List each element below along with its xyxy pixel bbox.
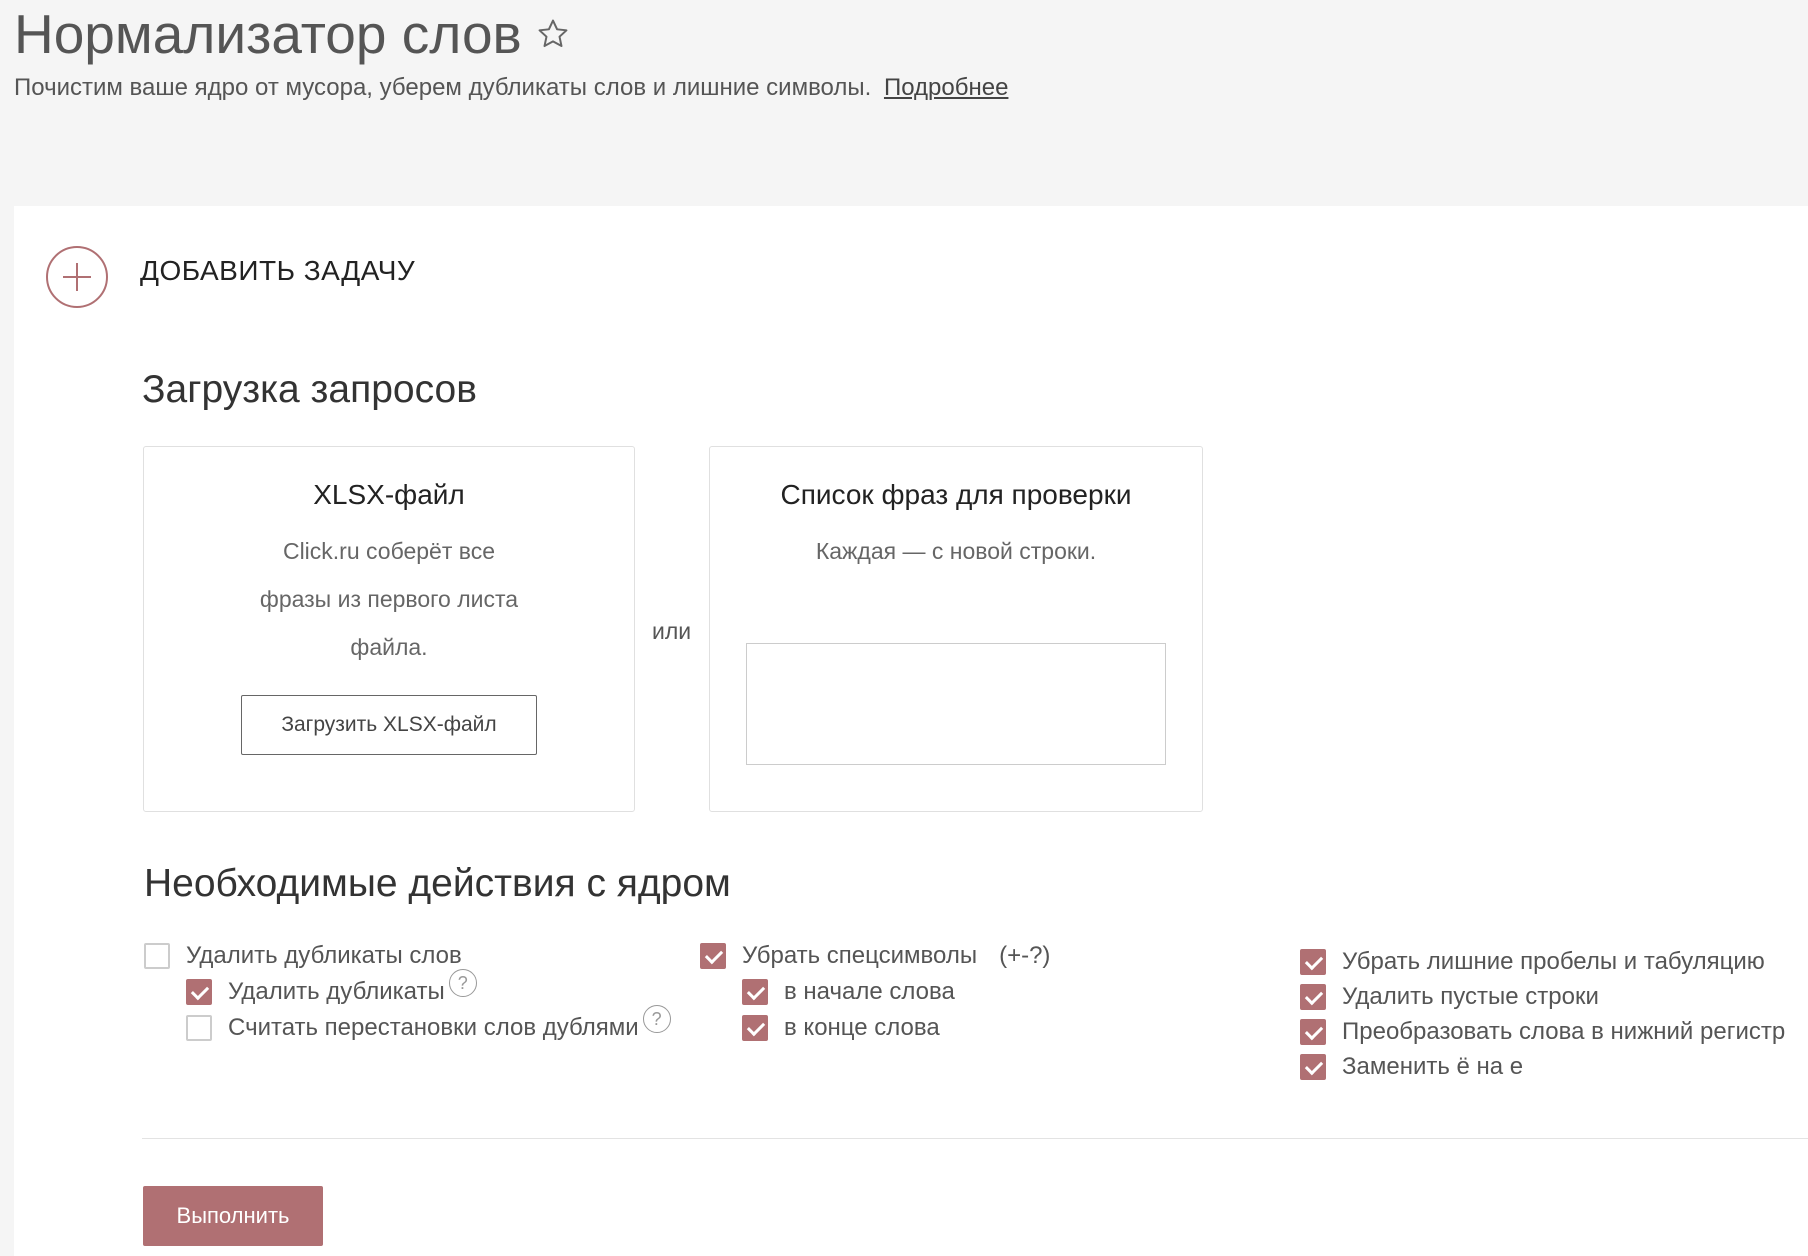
checkbox[interactable] bbox=[742, 1015, 768, 1041]
option-lowercase[interactable]: Преобразовать слова в нижний регистр bbox=[1300, 1018, 1785, 1046]
phrase-list-description: Каждая — с новой строки. bbox=[815, 538, 1097, 564]
checkbox[interactable] bbox=[186, 1015, 212, 1041]
checkbox[interactable] bbox=[1300, 984, 1326, 1010]
upload-section-title: Загрузка запросов bbox=[142, 368, 477, 411]
subtitle-text: Почистим ваше ядро от мусора, уберем дуб… bbox=[14, 74, 872, 101]
add-task-label[interactable]: ДОБАВИТЬ ЗАДАЧУ bbox=[140, 255, 415, 287]
option-label: Удалить дубликаты слов bbox=[186, 942, 462, 969]
option-label: в начале слова bbox=[784, 978, 955, 1005]
checkbox[interactable] bbox=[1300, 1019, 1326, 1045]
more-link[interactable]: Подробнее bbox=[884, 74, 1008, 101]
phrase-list-box: Список фраз для проверки Каждая — с ново… bbox=[709, 446, 1203, 812]
option-remove-special-chars[interactable]: Убрать спецсимволы (+-?) bbox=[700, 942, 1050, 970]
special-chars-hint: (+-?) bbox=[999, 942, 1051, 969]
phrases-input[interactable] bbox=[746, 643, 1166, 765]
option-remove-duplicates[interactable]: Удалить дубликаты ? bbox=[186, 969, 477, 1006]
checkbox[interactable] bbox=[742, 979, 768, 1005]
plus-circle-icon[interactable] bbox=[46, 246, 108, 308]
option-label: Убрать спецсимволы bbox=[742, 942, 978, 969]
option-label: Преобразовать слова в нижний регистр bbox=[1342, 1018, 1786, 1045]
option-label: Удалить дубликаты bbox=[228, 978, 445, 1005]
xlsx-upload-box: XLSX-файл Click.ru соберёт все фразы из … bbox=[143, 446, 635, 812]
question-icon[interactable]: ? bbox=[642, 1005, 671, 1033]
option-permutations[interactable]: Считать перестановки слов дублями ? bbox=[186, 1005, 671, 1042]
page-title: Нормализатор слов bbox=[14, 2, 570, 66]
xlsx-box-title: XLSX-файл bbox=[313, 479, 465, 510]
phrase-list-title: Список фраз для проверки bbox=[780, 479, 1132, 510]
page-title-text: Нормализатор слов bbox=[14, 3, 522, 65]
checkbox[interactable] bbox=[144, 943, 170, 969]
star-icon[interactable] bbox=[536, 17, 570, 51]
or-label: или bbox=[652, 618, 692, 644]
task-card: ДОБАВИТЬ ЗАДАЧУ Загрузка запросов XLSX-ф… bbox=[14, 206, 1808, 1256]
option-remove-empty-lines[interactable]: Удалить пустые строки bbox=[1300, 983, 1599, 1011]
upload-xlsx-button[interactable]: Загрузить XLSX-файл bbox=[241, 695, 537, 755]
option-remove-spaces[interactable]: Убрать лишние пробелы и табуляцию bbox=[1300, 948, 1765, 976]
option-label: Заменить ё на е bbox=[1342, 1053, 1524, 1080]
checkbox[interactable] bbox=[700, 943, 726, 969]
question-icon[interactable]: ? bbox=[448, 969, 477, 997]
checkbox[interactable] bbox=[1300, 1054, 1326, 1080]
option-label: в конце слова bbox=[784, 1014, 940, 1041]
option-label: Считать перестановки слов дублями bbox=[228, 1014, 639, 1041]
option-word-end[interactable]: в конце слова bbox=[742, 1014, 940, 1042]
checkbox[interactable] bbox=[186, 979, 212, 1005]
page-subtitle: Почистим ваше ядро от мусора, уберем дуб… bbox=[14, 74, 1008, 102]
option-word-start[interactable]: в начале слова bbox=[742, 978, 955, 1006]
actions-section-title: Необходимые действия с ядром bbox=[144, 862, 731, 905]
option-label: Убрать лишние пробелы и табуляцию bbox=[1342, 948, 1765, 975]
run-button[interactable]: Выполнить bbox=[143, 1186, 323, 1246]
divider bbox=[142, 1138, 1808, 1139]
add-task[interactable]: ДОБАВИТЬ ЗАДАЧУ bbox=[46, 246, 415, 308]
checkbox[interactable] bbox=[1300, 949, 1326, 975]
xlsx-box-description: Click.ru соберёт все фразы из первого ли… bbox=[259, 538, 519, 660]
option-remove-word-duplicates[interactable]: Удалить дубликаты слов bbox=[144, 942, 462, 970]
option-label: Удалить пустые строки bbox=[1342, 983, 1599, 1010]
option-yo-to-e[interactable]: Заменить ё на е bbox=[1300, 1053, 1523, 1081]
